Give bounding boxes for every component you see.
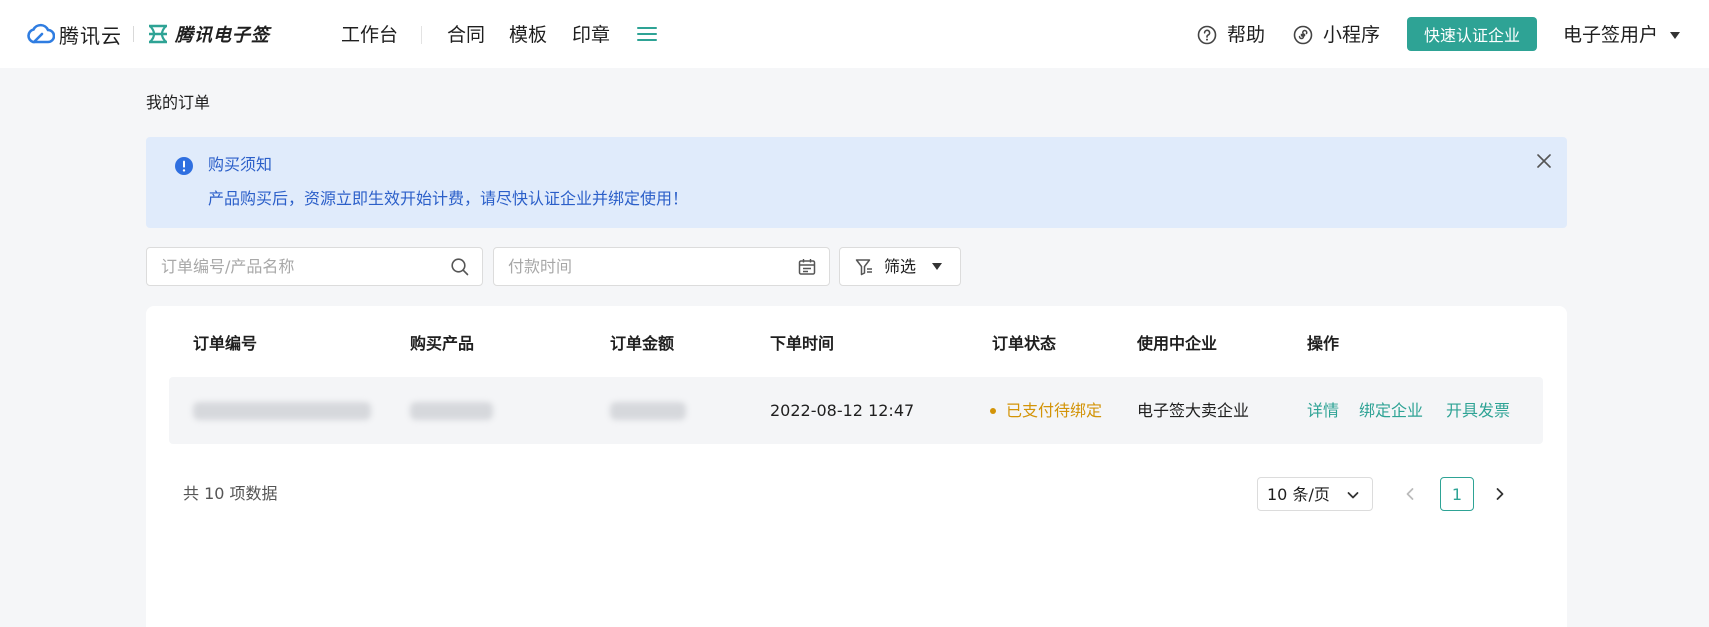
status-badge: 已支付待绑定: [990, 400, 1102, 422]
status-text: 已支付待绑定: [1006, 401, 1103, 420]
quick-verify-enterprise-button[interactable]: 快速认证企业: [1407, 17, 1537, 51]
orders-table-card: [146, 306, 1567, 627]
cloud-icon: [27, 23, 55, 44]
calendar-icon[interactable]: [797, 257, 817, 277]
tencent-cloud-name: 腾讯云: [59, 23, 122, 48]
status-dot: [990, 408, 996, 414]
order-time: 2022-08-12 12:47: [770, 401, 915, 420]
column-header-status: 订单状态: [992, 334, 1057, 353]
details-link[interactable]: 详情: [1307, 400, 1339, 422]
column-header-order-time: 下单时间: [770, 334, 835, 353]
page-size-label: 10 条/页: [1267, 485, 1330, 504]
filter-button[interactable]: 筛选: [839, 247, 961, 286]
order-search-field: [146, 247, 483, 286]
tencent-esign-logo[interactable]: 腾讯电子签: [147, 20, 270, 48]
redacted-amount: [610, 402, 686, 420]
nav-templates[interactable]: 模板: [509, 22, 547, 48]
chevron-down-icon: [1347, 492, 1359, 499]
esign-logo-icon: [149, 24, 167, 44]
chevron-left-icon[interactable]: [1402, 484, 1418, 504]
chevron-right-icon[interactable]: [1492, 484, 1508, 504]
page-title: 我的订单: [146, 93, 211, 112]
miniprogram-icon: [1293, 25, 1313, 45]
user-menu[interactable]: 电子签用户: [1563, 22, 1681, 48]
tencent-cloud-logo[interactable]: 腾讯云: [25, 20, 122, 48]
column-header-enterprise: 使用中企业: [1137, 334, 1218, 353]
column-header-amount: 订单金额: [610, 334, 675, 353]
help-label: 帮助: [1227, 24, 1266, 46]
issue-invoice-link[interactable]: 开具发票: [1446, 400, 1510, 422]
tencent-esign-name: 腾讯电子签: [175, 25, 270, 46]
column-header-order-number: 订单编号: [193, 334, 258, 353]
filter-icon: [855, 259, 872, 276]
user-name: 电子签用户: [1563, 24, 1659, 46]
column-header-product: 购买产品: [410, 334, 475, 353]
column-header-actions: 操作: [1307, 334, 1340, 353]
menu-icon[interactable]: [637, 25, 657, 43]
caret-down-icon: [932, 263, 942, 270]
top-navigation-bar: 腾讯云 腾讯电子签 工作台 合同 模板 印章 帮助 小程序 快速认证企业 电子签…: [0, 0, 1709, 68]
notice-title: 购买须知: [208, 155, 273, 174]
miniprogram-link[interactable]: 小程序: [1293, 22, 1380, 48]
close-icon[interactable]: [1537, 154, 1551, 168]
total-count: 共 10 项数据: [183, 484, 278, 503]
miniprogram-label: 小程序: [1323, 24, 1381, 46]
notice-body: 产品购买后，资源立即生效开始计费，请尽快认证企业并绑定使用！: [208, 189, 689, 208]
nav-seals[interactable]: 印章: [572, 22, 610, 48]
redacted-order-number: [193, 402, 371, 420]
redacted-product: [410, 402, 493, 420]
brand-divider: [133, 26, 134, 42]
order-search-input[interactable]: [161, 248, 441, 285]
caret-down-icon: [1670, 31, 1681, 39]
help-circle-icon: [1197, 25, 1217, 45]
bind-enterprise-link[interactable]: 绑定企业: [1359, 400, 1423, 422]
help-link[interactable]: 帮助: [1197, 22, 1265, 48]
nav-workbench[interactable]: 工作台: [341, 22, 398, 48]
search-icon[interactable]: [450, 257, 470, 277]
filter-label: 筛选: [884, 257, 917, 276]
nav-divider: [421, 26, 422, 44]
purchase-notice-alert: 购买须知 产品购买后，资源立即生效开始计费，请尽快认证企业并绑定使用！: [146, 137, 1567, 228]
page-size-select[interactable]: 10 条/页: [1257, 477, 1373, 511]
page-number-current[interactable]: 1: [1440, 477, 1474, 511]
enterprise-name: 电子签大卖企业: [1137, 401, 1250, 420]
nav-contracts[interactable]: 合同: [447, 22, 485, 48]
payment-time-field: [493, 247, 830, 286]
payment-time-input[interactable]: [508, 248, 788, 285]
info-icon: [175, 157, 193, 175]
